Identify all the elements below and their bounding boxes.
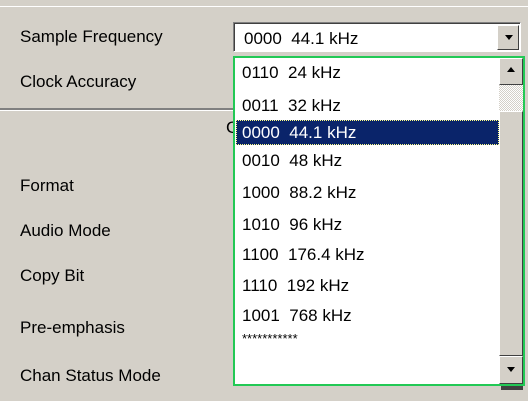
scrollbar-thumb[interactable] bbox=[499, 111, 523, 356]
scroll-up-icon bbox=[507, 67, 515, 72]
scrollbar-track[interactable] bbox=[499, 85, 523, 111]
pre-emphasis-label: Pre-emphasis bbox=[20, 318, 125, 337]
combobox-value: 0000 44.1 kHz bbox=[244, 29, 359, 48]
scrollbar-bottom-shadow bbox=[501, 386, 523, 390]
option-item-selected[interactable]: 0000 44.1 kHz bbox=[236, 120, 499, 145]
scroll-down-button[interactable] bbox=[499, 356, 523, 384]
chan-status-mode-label: Chan Status Mode bbox=[20, 366, 161, 385]
combobox-field: 0000 44.1 kHz bbox=[234, 23, 520, 51]
option-item[interactable]: 1100 176.4 kHz bbox=[236, 242, 499, 267]
sample-frequency-combobox[interactable]: 0000 44.1 kHz bbox=[233, 22, 521, 52]
option-item[interactable]: 1010 96 kHz bbox=[236, 212, 499, 237]
top-divider bbox=[0, 6, 528, 7]
option-item[interactable]: 1000 88.2 kHz bbox=[236, 180, 499, 205]
option-item[interactable]: 0010 48 kHz bbox=[236, 148, 499, 173]
chevron-down-icon bbox=[505, 35, 513, 40]
audio-mode-label: Audio Mode bbox=[20, 221, 111, 240]
combobox-dropdown-button[interactable] bbox=[497, 25, 519, 50]
dropdown-scrollbar[interactable] bbox=[499, 58, 523, 384]
dropdown-bottom-edge bbox=[233, 386, 523, 394]
section-divider-highlight bbox=[0, 110, 236, 111]
copy-bit-label: Copy Bit bbox=[20, 266, 85, 285]
option-item[interactable]: 0011 32 kHz bbox=[236, 93, 499, 118]
option-item[interactable]: 0110 24 kHz bbox=[236, 60, 499, 85]
option-item[interactable]: 1001 768 kHz bbox=[236, 303, 499, 328]
sample-frequency-dropdown-list[interactable]: 0110 24 kHz 0011 32 kHz 0000 44.1 kHz 00… bbox=[233, 56, 525, 386]
option-item[interactable]: 1110 192 kHz bbox=[236, 273, 499, 298]
option-item[interactable]: *********** bbox=[236, 326, 499, 351]
sample-frequency-label: Sample Frequency bbox=[20, 27, 163, 46]
format-label: Format bbox=[20, 176, 74, 195]
scroll-down-icon bbox=[507, 367, 515, 372]
scroll-up-button[interactable] bbox=[499, 58, 523, 85]
clock-accuracy-label: Clock Accuracy bbox=[20, 72, 137, 91]
